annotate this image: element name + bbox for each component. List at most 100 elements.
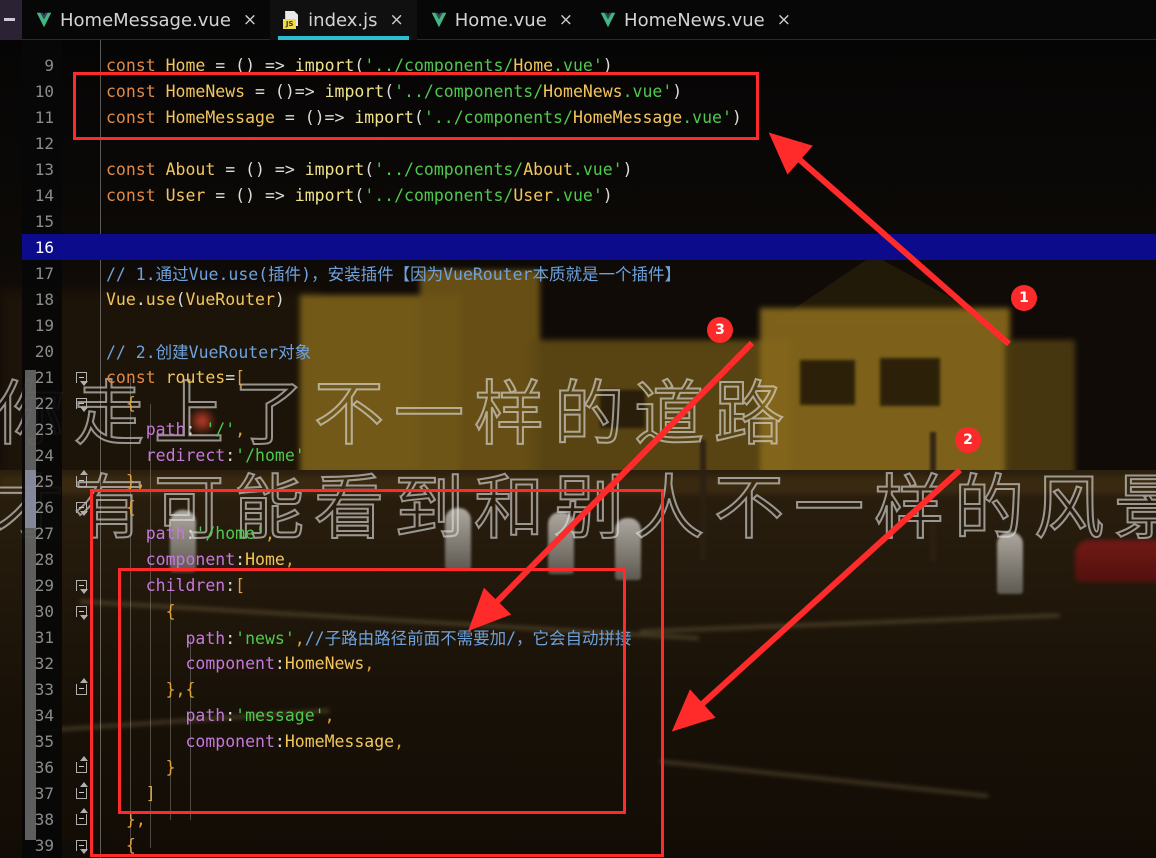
tab-homenews-vue[interactable]: HomeNews.vue × (586, 0, 804, 40)
code-line-row[interactable]: 16 (22, 234, 1156, 260)
code-line-row[interactable]: 22 { (22, 390, 1156, 416)
code-line-text: const User = () => import('../components… (106, 185, 613, 205)
fold-marker[interactable] (62, 755, 100, 775)
code-line-text: path:'message', (185, 705, 335, 725)
code-line-row[interactable]: 35 component:HomeMessage, (22, 728, 1156, 754)
code-line-text: // 1.通过Vue.use(插件)，安装插件【因为VueRouter本质就是一… (106, 265, 681, 284)
code-line-row[interactable]: 12 (22, 130, 1156, 156)
vscode-window: 你走上了不一样的道路 才有可能看到和别人不一样的风景 HomeMessage.v… (0, 0, 1156, 858)
fold-marker[interactable] (62, 677, 100, 697)
line-number: 12 (34, 133, 54, 153)
collapse-icon[interactable] (4, 18, 15, 21)
tab-label: Home.vue (454, 9, 547, 31)
code-line-text: path: '/', (145, 419, 246, 439)
code-line-text: }, (125, 471, 146, 491)
code-line-text: { (165, 601, 176, 621)
code-line-text: children:[ (145, 575, 246, 595)
code-line-row[interactable]: 34 path:'message', (22, 702, 1156, 728)
code-line-text: component:HomeMessage, (185, 731, 405, 751)
line-number: 17 (34, 263, 54, 283)
tab-label: HomeNews.vue (624, 9, 765, 31)
line-number: 10 (34, 81, 54, 101)
code-line-row[interactable]: 29 children:[ (22, 572, 1156, 598)
line-number: 19 (34, 315, 54, 335)
code-line-row[interactable]: 33 },{ (22, 676, 1156, 702)
js-file-icon: JS (283, 11, 301, 29)
code-line-text: const HomeNews = ()=> import('../compone… (106, 81, 683, 101)
code-line-row[interactable]: 36 } (22, 754, 1156, 780)
code-line-row[interactable]: 17 // 1.通过Vue.use(插件)，安装插件【因为VueRouter本质就… (22, 260, 1156, 286)
tab-home-vue[interactable]: Home.vue × (417, 0, 586, 40)
code-line-text: // 2.创建VueRouter对象 (106, 343, 312, 362)
tab-close-icon[interactable]: × (241, 11, 259, 29)
code-line-row[interactable]: 26 { (22, 494, 1156, 520)
code-line-text: redirect:'/home' (145, 445, 305, 465)
tab-label: index.js (308, 9, 378, 31)
line-number: 16 (34, 237, 54, 257)
code-line-row[interactable]: 15 (22, 208, 1156, 234)
code-line-text: const routes=[ (106, 367, 246, 387)
code-line-row[interactable]: 30 { (22, 598, 1156, 624)
fold-marker[interactable] (62, 838, 100, 854)
code-line-row[interactable]: 31 path:'news',//子路由路径前面不需要加/，它会自动拼接 (22, 624, 1156, 650)
fold-marker[interactable] (62, 370, 100, 386)
code-line-text: ] (145, 783, 156, 803)
code-line-row[interactable]: 39 { (22, 832, 1156, 858)
code-line-row[interactable]: 20 // 2.创建VueRouter对象 (22, 338, 1156, 364)
tab-close-icon[interactable]: × (775, 11, 793, 29)
editor-vertical-scrollbar[interactable] (25, 370, 36, 840)
code-line-text: } (165, 757, 176, 777)
code-editor[interactable]: 9 const Home = () => import('../component… (22, 40, 1156, 858)
code-line-text: { (125, 835, 136, 855)
code-line-row[interactable]: 38 }, (22, 806, 1156, 832)
line-number: 11 (34, 107, 54, 127)
line-number: 14 (34, 185, 54, 205)
code-line-text: Vue.use(VueRouter) (106, 289, 285, 309)
code-line-row[interactable]: 23 path: '/', (22, 416, 1156, 442)
line-number: 15 (34, 211, 54, 231)
vue-file-icon (35, 12, 53, 28)
code-line-row[interactable]: 24 redirect:'/home' (22, 442, 1156, 468)
code-line-text: },{ (165, 679, 196, 699)
tab-homemessage-vue[interactable]: HomeMessage.vue × (22, 0, 270, 40)
code-line-text: path:'/home', (145, 523, 275, 543)
fold-marker[interactable] (62, 781, 100, 801)
fold-marker[interactable] (62, 604, 100, 620)
tab-index-js[interactable]: JS index.js × (270, 0, 417, 40)
code-line-row[interactable]: 25 }, (22, 468, 1156, 494)
tab-label: HomeMessage.vue (60, 9, 231, 31)
fold-marker[interactable] (62, 469, 100, 489)
editor-tab-bar: HomeMessage.vue × JS index.js × Home.vue… (22, 0, 1156, 40)
code-line-row[interactable]: 32 component:HomeNews, (22, 650, 1156, 676)
line-number: 9 (44, 55, 54, 75)
line-number: 18 (34, 289, 54, 309)
fold-marker[interactable] (62, 500, 100, 516)
code-line-row[interactable]: 14 const User = () => import('../componen… (22, 182, 1156, 208)
code-line-row[interactable]: 19 (22, 312, 1156, 338)
line-number: 13 (34, 159, 54, 179)
code-line-row[interactable]: 27 path:'/home', (22, 520, 1156, 546)
fold-marker[interactable] (62, 807, 100, 827)
vue-file-icon (599, 12, 617, 28)
code-line-text: { (125, 393, 136, 413)
code-line-row[interactable]: 13 const About = () => import('../compone… (22, 156, 1156, 182)
code-line-row[interactable]: 9 const Home = () => import('../component… (22, 52, 1156, 78)
code-line-text: component:HomeNews, (185, 653, 375, 673)
tab-close-icon[interactable]: × (388, 11, 406, 29)
code-line-text: const Home = () => import('../components… (106, 55, 613, 75)
code-line-row[interactable]: 28 component:Home, (22, 546, 1156, 572)
code-line-row[interactable]: 37 ] (22, 780, 1156, 806)
scrollbar-thumb[interactable] (25, 470, 36, 528)
code-line-row[interactable]: 11 const HomeMessage = ()=> import('../co… (22, 104, 1156, 130)
code-line-text: const About = () => import('../component… (106, 159, 633, 179)
code-line-row[interactable]: 18 Vue.use(VueRouter) (22, 286, 1156, 312)
code-line-text: path:'news',//子路由路径前面不需要加/，它会自动拼接 (185, 629, 632, 648)
tab-close-icon[interactable]: × (557, 11, 575, 29)
code-line-row[interactable]: 10 const HomeNews = ()=> import('../compo… (22, 78, 1156, 104)
fold-marker[interactable] (62, 578, 100, 594)
activity-bar-strip[interactable] (0, 0, 22, 40)
code-line-text: { (125, 497, 136, 517)
fold-marker[interactable] (62, 396, 100, 412)
code-line-row[interactable]: 21 const routes=[ (22, 364, 1156, 390)
code-line-text: }, (125, 809, 146, 829)
